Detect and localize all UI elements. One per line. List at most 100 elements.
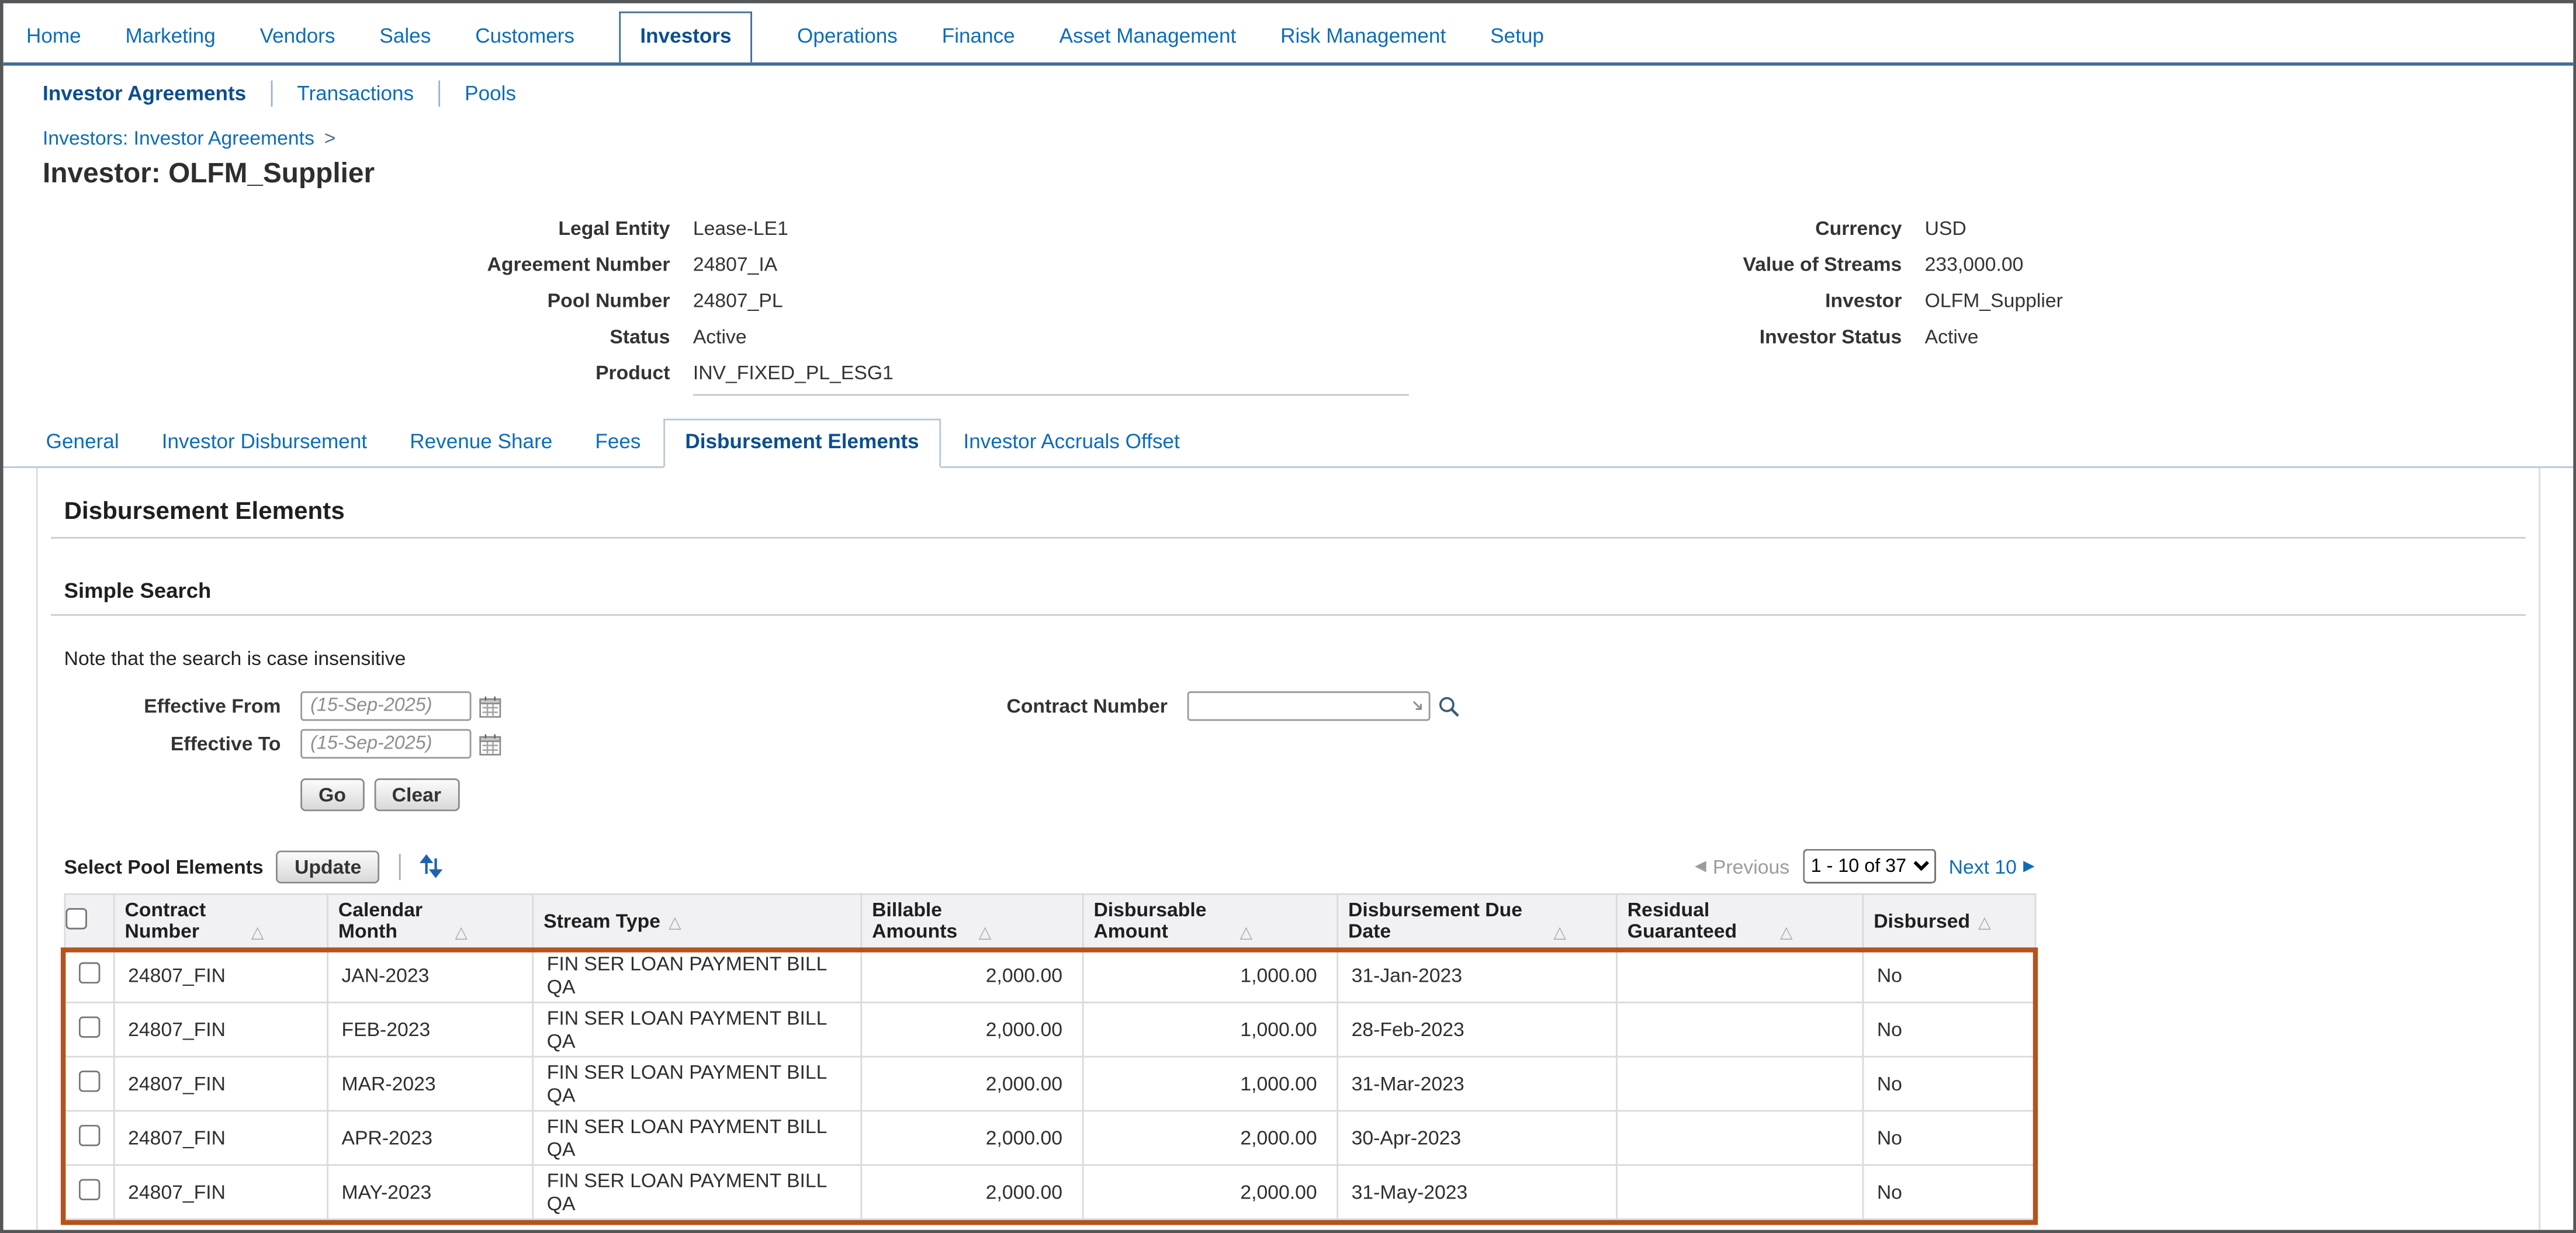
lov-arrow-icon[interactable] (1411, 699, 1425, 714)
search-icon[interactable] (1437, 694, 1462, 718)
sort-icon[interactable] (669, 914, 681, 932)
cell-residual-guaranteed (1616, 1057, 1863, 1111)
row-checkbox[interactable] (79, 1071, 101, 1092)
row-checkbox[interactable] (79, 962, 101, 984)
clear-button[interactable]: Clear (374, 778, 459, 811)
subnav-item[interactable]: Investor Agreements (26, 81, 271, 107)
detail-label: Pool Number (43, 284, 670, 317)
scale-wrapper: Home Marketing Vendors Sales Customers Invest… (0, 0, 2576, 1233)
details-right-column: Currency USD Value of Streams 233,000.00… (1409, 212, 2573, 396)
topnav-item[interactable]: Operations (797, 13, 898, 62)
sort-icon[interactable] (1978, 914, 1991, 932)
next-arrow-icon: ▶ (2023, 859, 2034, 874)
topnav-item[interactable]: Vendors (260, 13, 335, 62)
go-button[interactable]: Go (300, 778, 364, 811)
sort-icon[interactable] (1553, 924, 1566, 943)
detail-value: 24807_PL (693, 284, 1410, 317)
table-row: 24807_FIN JAN-2023 FIN SER LOAN PAYMENT … (65, 948, 2035, 1003)
next-link[interactable]: Next 10 ▶ (1949, 855, 2035, 878)
topnav-item[interactable]: Setup (1490, 13, 1544, 62)
topnav-item[interactable]: Investors (619, 12, 753, 63)
cell-disbursement-due-date: 31-Jan-2023 (1338, 948, 1617, 1003)
next-label: Next 10 (1949, 855, 2017, 878)
effective-to-input[interactable] (300, 729, 471, 759)
pagination-range-select[interactable]: 1 - 10 of 37 (1803, 849, 1936, 884)
table-toolbar: Select Pool Elements Update ◀ Previous 1… (64, 849, 2035, 884)
cell-disbursement-due-date: 30-Apr-2023 (1338, 1111, 1617, 1165)
topnav-item[interactable]: Customers (475, 13, 574, 62)
sort-icon[interactable] (979, 924, 992, 943)
contract-number-input[interactable] (1187, 691, 1431, 721)
content-area: Disbursement Elements Simple Search Note… (36, 468, 2540, 1230)
effective-from-input[interactable] (300, 691, 471, 721)
cell-stream-type: FIN SER LOAN PAYMENT BILL QA (533, 1111, 861, 1165)
update-button[interactable]: Update (276, 850, 379, 882)
detail-value: Lease-LE1 (693, 212, 1410, 244)
pagination: ◀ Previous 1 - 10 of 37 Next 10 ▶ (1695, 849, 2034, 884)
row-select-cell (65, 1111, 114, 1165)
row-checkbox[interactable] (79, 1179, 101, 1201)
breadcrumb-arrow-icon: > (324, 126, 336, 149)
pool-elements-table-wrap: Contract Number Calendar Month Stream Ty… (64, 893, 2035, 1220)
detail-label: Product (43, 356, 670, 396)
column-header[interactable]: Stream Type (533, 894, 861, 948)
topnav-item[interactable]: Finance (942, 13, 1015, 62)
cell-stream-type: FIN SER LOAN PAYMENT BILL QA (533, 1003, 861, 1057)
column-header-label: Disbursable Amount (1093, 900, 1231, 943)
row-select-cell (65, 1057, 114, 1111)
calendar-icon[interactable] (478, 694, 503, 718)
tab[interactable]: Revenue Share (390, 420, 573, 466)
reorder-icon[interactable] (417, 852, 445, 880)
tab[interactable]: Disbursement Elements (664, 419, 940, 468)
column-header-label: Residual Guaranteed (1628, 900, 1772, 943)
divider (51, 537, 2526, 539)
tab[interactable]: General (26, 420, 139, 466)
cell-residual-guaranteed (1616, 1111, 1863, 1165)
topnav-item[interactable]: Marketing (126, 13, 216, 62)
sort-icon[interactable] (251, 924, 264, 943)
sort-icon[interactable] (455, 924, 468, 943)
column-header[interactable]: Disbursement Due Date (1338, 894, 1617, 948)
row-checkbox[interactable] (79, 1125, 101, 1147)
detail-value: 24807_IA (693, 248, 1410, 280)
detail-label: Currency (1409, 212, 1902, 244)
detail-label: Investor (1409, 284, 1902, 317)
calendar-icon[interactable] (478, 732, 503, 756)
cell-disbursement-due-date: 31-Mar-2023 (1338, 1057, 1617, 1111)
subnav-item[interactable]: Pools (438, 81, 541, 107)
column-header[interactable]: Calendar Month (328, 894, 533, 948)
pool-elements-table: Contract Number Calendar Month Stream Ty… (64, 893, 2037, 1220)
cell-disbursement-due-date: 28-Feb-2023 (1338, 1003, 1617, 1057)
detail-value: OLFM_Supplier (1925, 284, 2574, 317)
previous-link[interactable]: ◀ Previous (1695, 855, 1789, 878)
row-checkbox[interactable] (79, 1016, 101, 1038)
toolbar-separator (399, 853, 401, 879)
cell-billable-amounts: 2,000.00 (861, 1003, 1083, 1057)
tab[interactable]: Investor Accruals Offset (944, 420, 1200, 466)
topnav-item[interactable]: Home (26, 13, 81, 62)
divider (51, 614, 2526, 616)
topnav-item[interactable]: Risk Management (1280, 13, 1446, 62)
topnav-item[interactable]: Sales (379, 13, 431, 62)
cell-billable-amounts: 2,000.00 (861, 1057, 1083, 1111)
column-header[interactable]: Residual Guaranteed (1616, 894, 1863, 948)
select-all-checkbox[interactable] (65, 908, 87, 930)
column-header[interactable]: Contract Number (114, 894, 327, 948)
breadcrumb-link[interactable]: Investors: Investor Agreements (43, 126, 314, 149)
effective-from-label: Effective From (64, 695, 281, 718)
column-header[interactable]: Billable Amounts (861, 894, 1083, 948)
topnav-item[interactable]: Asset Management (1060, 13, 1237, 62)
breadcrumb: Investors: Investor Agreements > (4, 118, 2574, 149)
tab[interactable]: Investor Disbursement (142, 420, 387, 466)
detail-value: Active (693, 320, 1410, 353)
sort-icon[interactable] (1240, 924, 1253, 943)
cell-disbursable-amount: 1,000.00 (1083, 1057, 1338, 1111)
subnav-item[interactable]: Transactions (271, 81, 438, 107)
column-header-label: Contract Number (125, 900, 243, 943)
sort-icon[interactable] (1780, 924, 1793, 943)
tab[interactable]: Fees (576, 420, 661, 466)
page-title: Investor: OLFM_Supplier (4, 150, 2574, 191)
column-header[interactable]: Disbursed (1863, 894, 2035, 948)
previous-arrow-icon: ◀ (1695, 859, 1706, 874)
column-header[interactable]: Disbursable Amount (1083, 894, 1338, 948)
